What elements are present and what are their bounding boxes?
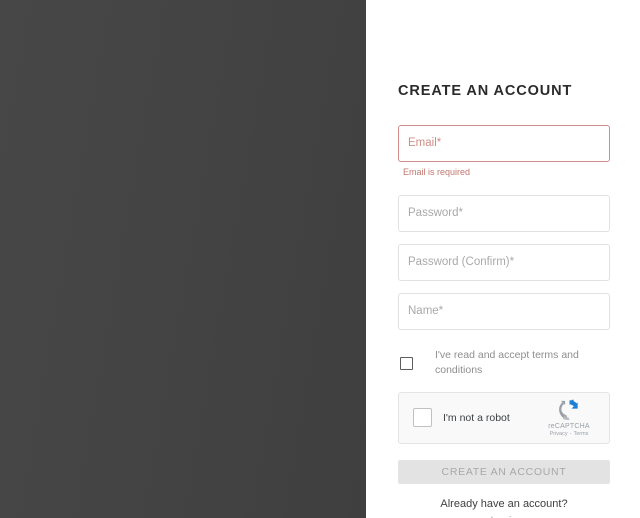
login-link[interactable]: Login (491, 514, 518, 518)
create-account-button[interactable]: CREATE AN ACCOUNT (398, 459, 610, 484)
terms-row[interactable]: I've read and accept terms and condition… (398, 348, 610, 378)
recaptcha-privacy-link[interactable]: Privacy (550, 431, 568, 437)
footer-block: Already have an account? Login (398, 497, 610, 518)
recaptcha-checkbox[interactable] (413, 408, 432, 427)
terms-checkbox[interactable] (400, 356, 413, 370)
password-confirm-input[interactable] (398, 243, 610, 281)
hero-panel (0, 0, 366, 518)
recaptcha-terms-link[interactable]: Terms (573, 431, 588, 437)
signup-form-panel: CREATE AN ACCOUNT Email is required I've… (366, 0, 640, 518)
password-field-group (398, 194, 610, 232)
email-input[interactable] (398, 124, 610, 162)
recaptcha-logo-icon (558, 399, 578, 420)
recaptcha-legal-links: Privacy - Terms (538, 430, 600, 438)
password-confirm-field-group (398, 243, 610, 281)
recaptcha-legal-separator: - (569, 430, 572, 437)
password-input[interactable] (398, 194, 610, 232)
page-title: CREATE AN ACCOUNT (398, 83, 573, 99)
form-container: CREATE AN ACCOUNT Email is required I've… (398, 0, 610, 518)
recaptcha-label: I'm not a robot (443, 411, 510, 424)
name-input[interactable] (398, 292, 610, 330)
recaptcha-brand-name: reCAPTCHA (548, 422, 590, 430)
recaptcha-widget[interactable]: I'm not a robot reCAPTCHA Privacy - Terms (398, 391, 610, 444)
email-field-group: Email is required (398, 124, 610, 177)
name-field-group (398, 292, 610, 330)
existing-account-prompt: Already have an account? (440, 497, 568, 510)
signup-page: CREATE AN ACCOUNT Email is required I've… (0, 0, 640, 518)
recaptcha-branding: reCAPTCHA Privacy - Terms (538, 397, 600, 438)
terms-label: I've read and accept terms and condition… (435, 348, 579, 376)
email-error-message: Email is required (403, 166, 471, 177)
